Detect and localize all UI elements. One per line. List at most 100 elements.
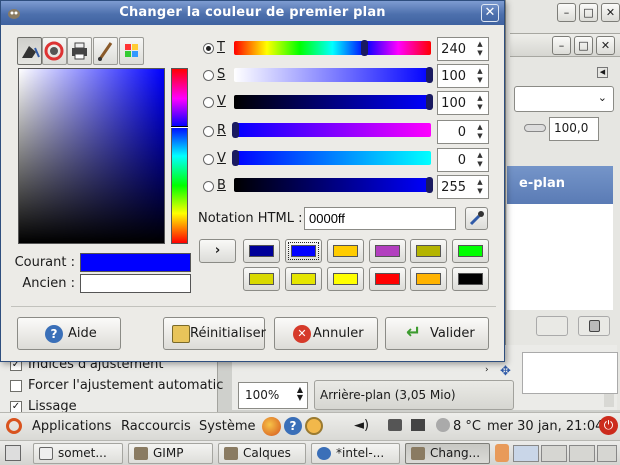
close-button[interactable]: ✕	[481, 4, 499, 22]
system-menu[interactable]: Système	[199, 419, 255, 434]
spin-arrows-icon[interactable]: ▲ ▼	[474, 151, 486, 169]
color-picker-button[interactable]	[465, 207, 488, 230]
tab-menu-icon[interactable]: ◀	[597, 67, 608, 78]
power-icon[interactable]: ⏻	[599, 416, 618, 435]
saturation-spin[interactable]: 100 ▲ ▼	[437, 64, 489, 88]
history-swatch[interactable]	[243, 267, 280, 291]
tab-gimp-selector[interactable]	[17, 37, 42, 65]
history-swatch[interactable]	[327, 267, 364, 291]
radio-saturation[interactable]	[203, 70, 214, 81]
monitor-icon[interactable]	[411, 419, 425, 431]
workspace-2[interactable]	[541, 445, 567, 462]
red-slider[interactable]	[234, 123, 431, 137]
reset-button[interactable]: Réinitialiser	[163, 317, 266, 350]
tab-color-wheel[interactable]	[42, 37, 67, 65]
history-swatch[interactable]	[369, 239, 406, 263]
close-button[interactable]: ✕	[596, 36, 615, 55]
slider-marker[interactable]	[426, 177, 433, 193]
green-slider[interactable]	[234, 151, 431, 165]
tab-palette[interactable]	[119, 37, 144, 65]
volume-icon[interactable]: ◄)	[354, 418, 369, 433]
opacity-spin[interactable]: 100,0	[549, 117, 599, 141]
blue-slider[interactable]	[234, 178, 431, 192]
blue-spin[interactable]: 255 ▲ ▼	[437, 175, 489, 199]
ubuntu-logo-icon[interactable]	[6, 418, 22, 434]
history-swatch[interactable]	[452, 239, 489, 263]
zoom-combo[interactable]: 100% ▲ ▼	[238, 382, 308, 409]
green-spin[interactable]: 0 ▲ ▼	[437, 148, 489, 172]
minimize-button[interactable]: –	[552, 36, 571, 55]
radio-green[interactable]	[203, 154, 214, 165]
slider-marker[interactable]	[232, 122, 239, 138]
mode-combo[interactable]: ⌄	[514, 86, 614, 112]
spin-arrows-icon[interactable]: ▲ ▼	[474, 40, 486, 58]
history-swatch[interactable]	[452, 267, 489, 291]
radio-hue[interactable]	[203, 43, 214, 54]
trash-icon[interactable]	[495, 444, 509, 462]
saturation-value-square[interactable]	[18, 68, 165, 244]
radio-blue[interactable]	[203, 181, 214, 192]
task-button[interactable]: somet...	[33, 443, 123, 464]
anchor-layer-button[interactable]	[536, 316, 568, 336]
cancel-button[interactable]: ✕ Annuler	[274, 317, 378, 350]
workspace-4[interactable]	[597, 445, 617, 462]
html-notation-input[interactable]	[304, 207, 456, 230]
show-desktop-icon[interactable]	[5, 445, 21, 461]
slider-marker[interactable]	[361, 40, 368, 56]
weather-temp[interactable]: 8 °C	[453, 419, 481, 434]
close-button[interactable]: ✕	[601, 3, 620, 22]
opacity-slider[interactable]	[524, 124, 546, 132]
history-swatch[interactable]	[327, 239, 364, 263]
layer-row-selected[interactable]: e-plan	[507, 166, 613, 204]
hue-strip[interactable]	[171, 68, 188, 244]
mail-icon[interactable]	[305, 417, 323, 435]
task-button[interactable]: Calques	[218, 443, 306, 464]
saturation-slider[interactable]	[234, 68, 431, 82]
hue-slider[interactable]	[234, 41, 431, 55]
scroll-arrow-icon[interactable]: ›	[485, 365, 496, 376]
hue-marker[interactable]	[171, 126, 188, 128]
task-button[interactable]: GIMP	[128, 443, 213, 464]
network-icon[interactable]	[388, 419, 402, 431]
history-swatch[interactable]	[369, 267, 406, 291]
maximize-button[interactable]: □	[579, 3, 598, 22]
spin-arrows-icon[interactable]: ▲ ▼	[474, 67, 486, 85]
history-swatch[interactable]	[410, 267, 447, 291]
spin-arrows-icon[interactable]: ▲ ▼	[474, 94, 486, 112]
tab-cmyk[interactable]	[67, 37, 92, 65]
clock[interactable]: mer 30 jan, 21:04	[487, 419, 603, 434]
value-spin[interactable]: 100 ▲ ▼	[437, 91, 489, 115]
places-menu[interactable]: Raccourcis	[121, 419, 191, 434]
workspace-3[interactable]	[569, 445, 595, 462]
history-swatch[interactable]	[285, 239, 322, 263]
radio-red[interactable]	[203, 126, 214, 137]
slider-marker[interactable]	[426, 67, 433, 83]
firefox-icon[interactable]	[262, 417, 281, 436]
navigate-icon[interactable]: ✥	[500, 364, 514, 379]
history-swatch[interactable]	[243, 239, 280, 263]
radio-value[interactable]	[203, 97, 214, 108]
workspace-1[interactable]	[513, 445, 539, 462]
history-swatch[interactable]	[285, 267, 322, 291]
applications-menu[interactable]: Applications	[32, 419, 111, 434]
maximize-button[interactable]: □	[574, 36, 593, 55]
red-spin[interactable]: 0 ▲ ▼	[437, 120, 489, 144]
add-to-history-button[interactable]: ›	[199, 239, 236, 263]
value-slider[interactable]	[234, 95, 431, 109]
help-button[interactable]: ? Aide	[17, 317, 121, 350]
slider-marker[interactable]	[426, 94, 433, 110]
checkbox[interactable]	[10, 380, 22, 392]
ok-button[interactable]: ↵ Valider	[385, 317, 489, 350]
help-icon[interactable]: ?	[284, 417, 302, 435]
task-button[interactable]: *intel-...	[311, 443, 400, 464]
spin-arrows-icon[interactable]: ▲ ▼	[474, 178, 486, 196]
task-button-active[interactable]: Chang...	[405, 443, 490, 464]
hue-spin[interactable]: 240 ▲ ▼	[437, 37, 489, 61]
slider-marker[interactable]	[232, 150, 239, 166]
delete-layer-button[interactable]	[578, 316, 610, 336]
spin-arrows-icon[interactable]: ▲ ▼	[474, 123, 486, 141]
tab-watercolor[interactable]	[93, 37, 118, 65]
layers-list[interactable]	[507, 204, 613, 310]
history-swatch[interactable]	[410, 239, 447, 263]
minimize-button[interactable]: –	[557, 3, 576, 22]
